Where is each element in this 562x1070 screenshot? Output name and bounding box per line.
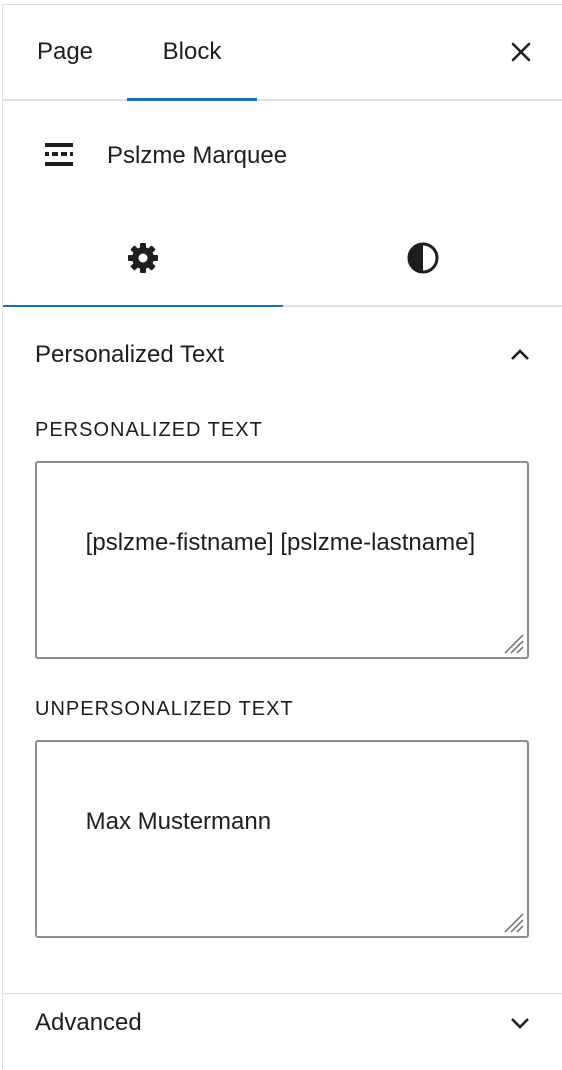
personalized-text-panel-title: Personalized Text bbox=[35, 341, 224, 368]
tab-styles[interactable] bbox=[283, 211, 562, 305]
block-title: Pslzme Marquee bbox=[107, 142, 288, 169]
sidebar-tabs: Page Block bbox=[3, 5, 562, 101]
block-inspector-panel: Page Block Pslzme Marquee Personalized T… bbox=[2, 4, 562, 1070]
tab-page[interactable]: Page bbox=[17, 5, 113, 99]
advanced-panel-toggle[interactable]: Advanced bbox=[3, 993, 562, 1053]
unpersonalized-text-label: UNPERSONALIZED TEXT bbox=[35, 698, 294, 720]
personalized-text-value: [pslzme-fistname] [pslzme-lastname] bbox=[85, 529, 476, 556]
inspector-tabs bbox=[3, 211, 562, 307]
unpersonalized-text-value: Max Mustermann bbox=[85, 808, 272, 835]
block-card: Pslzme Marquee bbox=[3, 101, 562, 211]
contrast-icon bbox=[407, 242, 439, 274]
personalized-text-label: PERSONALIZED TEXT bbox=[35, 419, 263, 441]
tab-block[interactable]: Block bbox=[127, 5, 257, 101]
personalized-text-panel-toggle[interactable]: Personalized Text bbox=[3, 325, 562, 385]
advanced-panel-title: Advanced bbox=[35, 1009, 142, 1036]
chevron-up-icon bbox=[511, 349, 529, 360]
close-icon bbox=[511, 42, 531, 62]
tab-settings[interactable] bbox=[3, 211, 283, 307]
resize-handle-icon[interactable] bbox=[499, 629, 525, 655]
gear-icon bbox=[128, 243, 158, 273]
chevron-down-icon bbox=[511, 1018, 529, 1029]
resize-handle-icon[interactable] bbox=[499, 908, 525, 934]
personalized-text-input[interactable]: [pslzme-fistname] [pslzme-lastname] bbox=[35, 461, 529, 659]
unpersonalized-text-input[interactable]: Max Mustermann bbox=[35, 740, 529, 938]
close-button[interactable] bbox=[504, 35, 538, 69]
marquee-block-icon bbox=[45, 143, 73, 166]
